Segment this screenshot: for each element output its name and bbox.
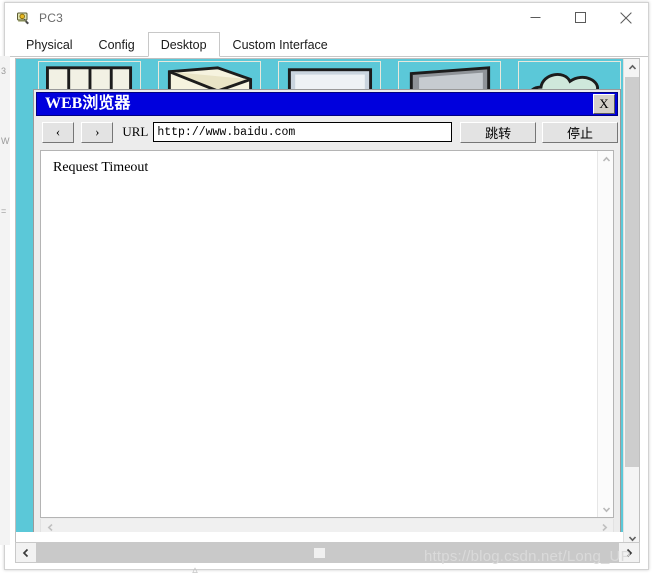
chevron-up-icon[interactable] (624, 59, 639, 76)
browser-close-button[interactable]: X (593, 94, 615, 114)
page-content-area[interactable]: Request Timeout (41, 151, 596, 517)
forward-button[interactable]: › (81, 121, 114, 143)
tab-label: Desktop (160, 37, 207, 52)
desktop-vertical-scrollbar[interactable] (623, 59, 639, 547)
desktop-panel: WEB浏览器 X ‹ › URL http://www.baidu.com 跳转… (15, 58, 640, 548)
stop-button[interactable]: 停止 (542, 121, 618, 143)
scrollbar-thumb[interactable] (314, 548, 325, 558)
tab-label: Config (98, 37, 135, 52)
tab-custom-interface[interactable]: Custom Interface (220, 32, 341, 56)
chevron-up-icon[interactable] (598, 151, 613, 167)
chevron-left-icon[interactable] (41, 520, 59, 533)
browser-toolbar: ‹ › URL http://www.baidu.com 跳转 停止 (36, 118, 618, 146)
chevron-right-icon[interactable] (619, 543, 639, 562)
pc3-window: PC3 Physical Config Desktop Custom Inter… (4, 2, 649, 570)
page-vertical-scrollbar[interactable] (597, 151, 613, 517)
back-button[interactable]: ‹ (42, 121, 75, 143)
page-status-text: Request Timeout (53, 160, 149, 175)
tab-desktop[interactable]: Desktop (147, 32, 220, 57)
desktop-horizontal-scrollbar[interactable] (15, 542, 640, 563)
tab-label: Physical (26, 37, 73, 52)
pc-device-icon (15, 10, 31, 26)
url-input[interactable]: http://www.baidu.com (153, 122, 453, 142)
window-title: PC3 (39, 10, 63, 25)
page-viewport: Request Timeout (40, 150, 614, 518)
url-label: URL (122, 124, 149, 139)
maximize-icon[interactable] (558, 3, 603, 32)
window-controls (513, 3, 648, 32)
scrollbar-thumb[interactable] (625, 77, 639, 467)
desktop-canvas[interactable]: WEB浏览器 X ‹ › URL http://www.baidu.com 跳转… (16, 59, 624, 532)
chevron-down-icon[interactable] (598, 501, 613, 517)
browser-title: WEB浏览器 (45, 95, 131, 112)
close-icon[interactable] (603, 3, 648, 32)
chevron-left-icon[interactable] (16, 543, 36, 562)
window-titlebar: PC3 (5, 3, 648, 32)
go-button[interactable]: 跳转 (460, 121, 537, 143)
page-horizontal-scrollbar[interactable] (40, 519, 614, 532)
browser-titlebar[interactable]: WEB浏览器 X (36, 92, 618, 116)
taskbar-handle: ▵ (192, 564, 198, 576)
chevron-right-icon[interactable] (595, 520, 613, 533)
tab-physical[interactable]: Physical (13, 32, 86, 56)
tab-config[interactable]: Config (86, 32, 148, 56)
background-window-strip: 3 W = (0, 56, 10, 545)
scrollbar-track[interactable] (36, 543, 619, 562)
web-browser-window: WEB浏览器 X ‹ › URL http://www.baidu.com 跳转… (33, 89, 621, 532)
tab-bar: Physical Config Desktop Custom Interface (5, 32, 648, 57)
tab-label: Custom Interface (232, 37, 328, 52)
minimize-icon[interactable] (513, 3, 558, 32)
